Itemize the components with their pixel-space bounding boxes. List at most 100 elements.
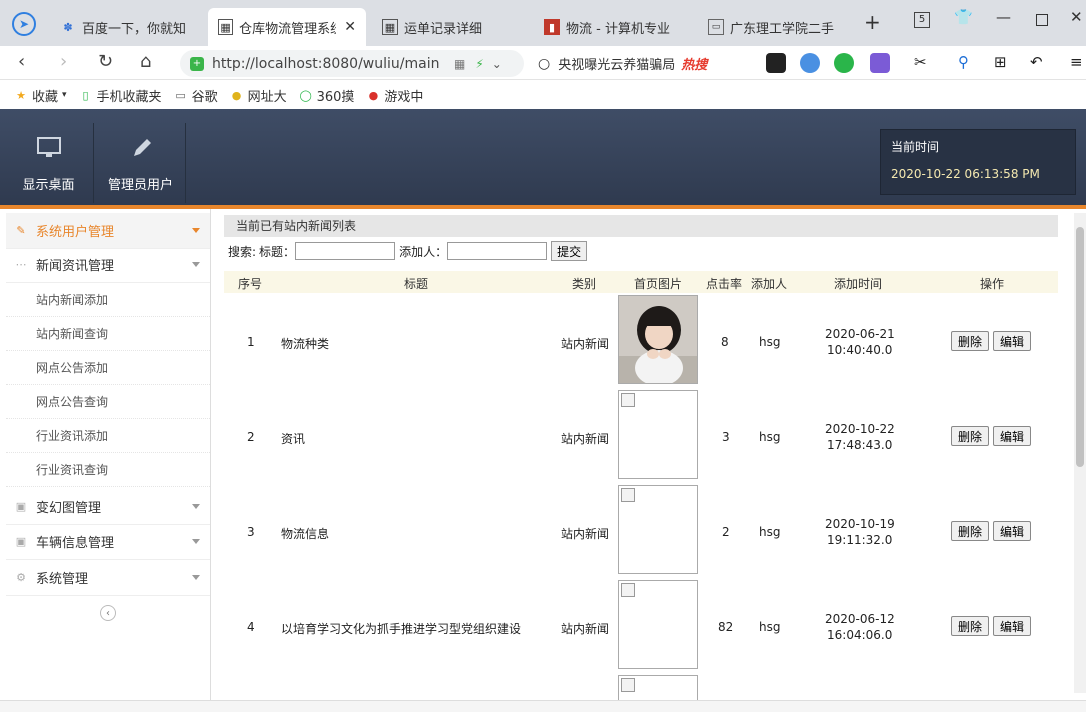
column-header: 添加时间 bbox=[834, 277, 883, 291]
pencil-icon: ✎ bbox=[16, 224, 26, 237]
browser-tab[interactable]: ✽ 百度一下，你就知 bbox=[50, 8, 200, 46]
sidebar-item-carousel[interactable]: ▣ 变幻图管理 bbox=[6, 489, 210, 525]
delete-button[interactable]: 删除 bbox=[951, 521, 989, 541]
show-desktop-button[interactable]: 显示桌面 bbox=[4, 123, 94, 203]
news-image-placeholder bbox=[618, 390, 698, 479]
edit-button[interactable]: 编辑 bbox=[993, 521, 1031, 541]
menu-icon[interactable]: ≡ bbox=[1070, 53, 1086, 73]
table-row: 2 资讯 站内新闻 3 hsg 2020-10-22 17:48:43.0 删除… bbox=[224, 390, 1058, 485]
browser-tab[interactable]: ▦ 运单记录详细 bbox=[372, 8, 528, 46]
forward-icon[interactable]: › bbox=[60, 51, 67, 72]
status-bar bbox=[0, 700, 1086, 712]
sidebar-item-user-management[interactable]: ✎ 系统用户管理 bbox=[6, 213, 210, 249]
column-header: 类别 bbox=[572, 277, 597, 291]
list-icon: ⋯ bbox=[15, 258, 27, 271]
current-time-box: 当前时间 2020-10-22 06:13:58 PM bbox=[880, 129, 1076, 195]
close-window-icon[interactable]: ✕ bbox=[1070, 8, 1083, 26]
browser-logo-icon[interactable]: ➤ bbox=[12, 12, 36, 36]
chevron-down-icon bbox=[192, 262, 200, 267]
news-photo bbox=[618, 295, 698, 384]
column-header: 添加人 bbox=[751, 277, 788, 291]
app-header: 显示桌面 管理员用户 当前时间 2020-10-22 06:13:58 PM bbox=[0, 109, 1086, 209]
scrollbar[interactable] bbox=[1074, 213, 1086, 693]
chevron-down-icon bbox=[192, 575, 200, 580]
extension-icon[interactable] bbox=[834, 53, 854, 73]
bookmark-item[interactable]: ◯ 360摸 bbox=[299, 86, 354, 105]
delete-button[interactable]: 删除 bbox=[951, 616, 989, 636]
paw-icon: ✽ bbox=[63, 20, 73, 34]
edit-button[interactable]: 编辑 bbox=[993, 331, 1031, 351]
translate-icon[interactable] bbox=[870, 53, 890, 73]
admin-user-button[interactable]: 管理员用户 bbox=[96, 123, 186, 203]
sidebar-subitem[interactable]: 行业资讯添加 bbox=[6, 419, 210, 453]
submit-button[interactable]: 提交 bbox=[551, 241, 588, 261]
search-text: 央视曝光云养猫骗局 bbox=[558, 58, 676, 73]
column-header: 点击率 bbox=[706, 277, 743, 291]
browser-tab[interactable]: ▮ 物流 - 计算机专业 bbox=[534, 8, 694, 46]
browser-tab-active[interactable]: ▦ 仓库物流管理系统 ✕ bbox=[208, 8, 366, 46]
search-box[interactable]: ○ 央视曝光云养猫骗局 热搜 bbox=[538, 50, 748, 77]
minimize-icon[interactable]: — bbox=[996, 8, 1011, 26]
adder-search-input[interactable] bbox=[447, 242, 548, 260]
sidebar-subitem[interactable]: 站内新闻查询 bbox=[6, 317, 210, 351]
collapse-sidebar-button[interactable]: ‹ bbox=[100, 605, 116, 621]
star-icon: ★ bbox=[16, 88, 26, 102]
shirt-icon[interactable]: 👕 bbox=[954, 8, 973, 26]
bookmark-item[interactable]: ★ 收藏 ▾ bbox=[14, 86, 66, 105]
scissors-icon[interactable]: ✂ bbox=[914, 53, 934, 73]
bookmark-item[interactable]: ● 网址大 bbox=[230, 86, 287, 105]
grid-icon[interactable]: ⊞ bbox=[994, 53, 1014, 73]
image-icon: ▦ bbox=[382, 19, 398, 35]
sidebar-subitem[interactable]: 网点公告添加 bbox=[6, 351, 210, 385]
bookmarks-bar: ★ 收藏 ▾ ▯ 手机收藏夹 ▭ 谷歌 ● 网址大 ◯ 360摸 ● 游戏中 bbox=[0, 81, 1086, 109]
time-value: 2020-10-22 06:13:58 PM bbox=[891, 167, 1040, 181]
qr-icon[interactable]: ▦ bbox=[454, 57, 465, 71]
column-header: 序号 bbox=[238, 277, 263, 291]
image-icon: ▦ bbox=[218, 19, 234, 35]
maximize-icon[interactable] bbox=[1036, 14, 1048, 26]
chevron-down-icon bbox=[192, 539, 200, 544]
delete-button[interactable]: 删除 bbox=[951, 331, 989, 351]
bookmark-item[interactable]: ● 游戏中 bbox=[366, 86, 424, 105]
globe-icon: ● bbox=[231, 88, 242, 102]
back-icon[interactable]: ‹ bbox=[18, 51, 25, 72]
ring-icon: ◯ bbox=[299, 88, 312, 102]
sidebar-subitem[interactable]: 站内新闻添加 bbox=[6, 283, 210, 317]
girl-photo-image bbox=[619, 296, 697, 383]
sidebar-item-vehicle[interactable]: ▣ 车辆信息管理 bbox=[6, 524, 210, 560]
magnifier-icon[interactable]: ⚲ bbox=[958, 53, 978, 73]
extension-icon[interactable] bbox=[766, 53, 786, 73]
sidebar-item-system[interactable]: ⚙ 系统管理 bbox=[6, 560, 210, 596]
browser-tab[interactable]: ▭ 广东理工学院二手 bbox=[698, 8, 850, 46]
home-icon[interactable]: ⌂ bbox=[140, 51, 151, 72]
lightning-icon[interactable]: ⚡ bbox=[475, 57, 483, 71]
title-search-input[interactable] bbox=[295, 242, 396, 260]
sidebar-subitem[interactable]: 网点公告查询 bbox=[6, 385, 210, 419]
search-icon: ○ bbox=[538, 55, 551, 72]
undo-icon[interactable]: ↶ bbox=[1030, 53, 1050, 73]
table-row: 1 物流种类 站内新闻 8 hsg 2020-06-21 10:40:40.0 … bbox=[224, 295, 1058, 390]
chevron-down-icon[interactable]: ⌄ bbox=[492, 57, 502, 71]
edit-button[interactable]: 编辑 bbox=[993, 616, 1031, 636]
image-icon: ▣ bbox=[15, 500, 27, 513]
url-field[interactable]: + http://localhost:8080/wuliu/main ▦ ⚡ ⌄ bbox=[180, 50, 524, 77]
broken-image-icon bbox=[621, 583, 635, 597]
url-text[interactable]: http://localhost:8080/wuliu/main bbox=[212, 56, 442, 72]
table-header: 序号 标题 类别 首页图片 点击率 添加人 添加时间 操作 bbox=[224, 271, 1058, 293]
bookmark-item[interactable]: ▯ 手机收藏夹 bbox=[79, 86, 162, 105]
bookmark-item[interactable]: ▭ 谷歌 bbox=[174, 86, 217, 105]
hot-search-badge: 热搜 bbox=[681, 58, 708, 73]
page-icon: ▭ bbox=[708, 19, 724, 35]
close-icon[interactable]: ✕ bbox=[344, 19, 356, 35]
reload-icon[interactable]: ↻ bbox=[98, 51, 113, 72]
edit-button[interactable]: 编辑 bbox=[993, 426, 1031, 446]
column-header: 操作 bbox=[980, 277, 1005, 291]
sidebar-item-news-management[interactable]: ⋯ 新闻资讯管理 bbox=[6, 247, 210, 283]
scrollbar-thumb[interactable] bbox=[1076, 227, 1084, 467]
tab-count-icon[interactable]: 5 bbox=[914, 12, 930, 28]
new-tab-button[interactable]: + bbox=[864, 10, 881, 34]
column-header: 首页图片 bbox=[634, 277, 683, 291]
sidebar-subitem[interactable]: 行业资讯查询 bbox=[6, 453, 210, 487]
delete-button[interactable]: 删除 bbox=[951, 426, 989, 446]
extension-icon[interactable] bbox=[800, 53, 820, 73]
